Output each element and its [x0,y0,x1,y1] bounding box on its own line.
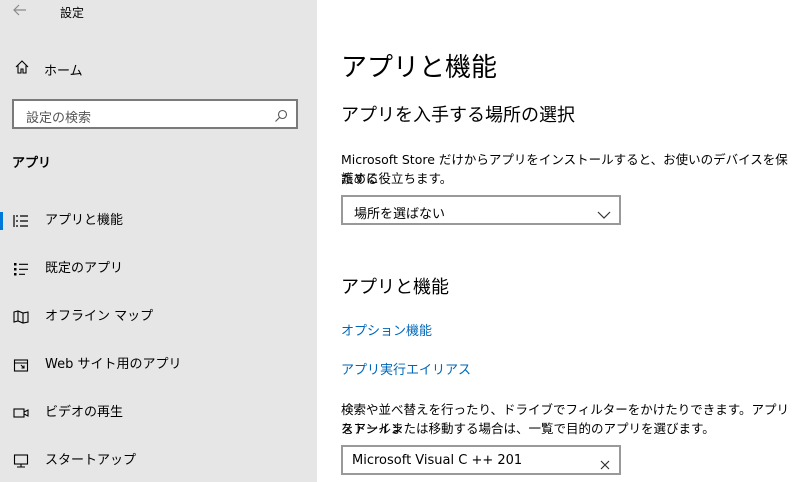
install-source-description-line2: ために役立ちます。 [341,171,453,186]
settings-search-input[interactable]: 設定の検索 [12,99,298,129]
apps-list-description-line2: ストールまたは移動する場合は、一覧で目的のアプリを選びます。 [341,421,715,436]
section-title-apps: アプリ [12,156,52,171]
chevron-down-icon [597,205,611,224]
sidebar-item-label: アプリと機能 [45,213,124,228]
apps-list-icon [13,213,29,229]
apps-search-box[interactable] [341,445,621,475]
search-icon[interactable] [274,108,288,127]
sidebar-item-video-playback[interactable]: ビデオの再生 [0,398,317,428]
startup-icon [13,453,29,469]
install-source-heading: アプリを入手する場所の選択 [341,105,575,126]
apps-for-websites-icon [13,357,29,373]
apps-search-input[interactable] [352,451,582,469]
sidebar-item-apps-for-websites[interactable]: Web サイト用のアプリ [0,350,317,380]
sidebar-item-label: スタートアップ [45,453,137,468]
optional-features-link[interactable]: オプション機能 [341,320,432,339]
sidebar-item-offline-maps[interactable]: オフライン マップ [0,302,317,332]
sidebar-item-label: Web サイト用のアプリ [45,357,182,372]
window-title: 設定 [60,6,85,20]
sidebar-item-home[interactable]: ホーム [14,58,83,80]
video-playback-icon [13,405,29,421]
sidebar-item-apps-features[interactable]: アプリと機能 [0,206,317,236]
search-placeholder: 設定の検索 [26,111,92,126]
home-icon [14,59,30,79]
sidebar-item-label: ビデオの再生 [45,405,124,420]
install-source-dropdown[interactable]: 場所を選ばない [341,195,621,225]
clear-icon[interactable] [600,455,610,474]
sidebar-item-label: 既定のアプリ [45,261,124,276]
sidebar-item-startup[interactable]: スタートアップ [0,446,317,476]
home-label: ホーム [44,63,83,79]
default-apps-icon [13,261,29,277]
sidebar-item-default-apps[interactable]: 既定のアプリ [0,254,317,284]
sidebar: 設定 ホーム 設定の検索 アプリ アプリと機能 既定のアプリ オフライン マップ [0,0,317,482]
main-content: アプリと機能 アプリを入手する場所の選択 Microsoft Store だけか… [317,0,806,482]
app-execution-aliases-link[interactable]: アプリ実行エイリアス [341,359,471,378]
offline-maps-icon [13,309,29,325]
page-title: アプリと機能 [341,53,498,83]
sidebar-item-label: オフライン マップ [45,309,154,324]
back-arrow-icon[interactable] [12,2,28,23]
dropdown-value: 場所を選ばない [354,207,446,222]
apps-features-heading: アプリと機能 [341,277,449,298]
